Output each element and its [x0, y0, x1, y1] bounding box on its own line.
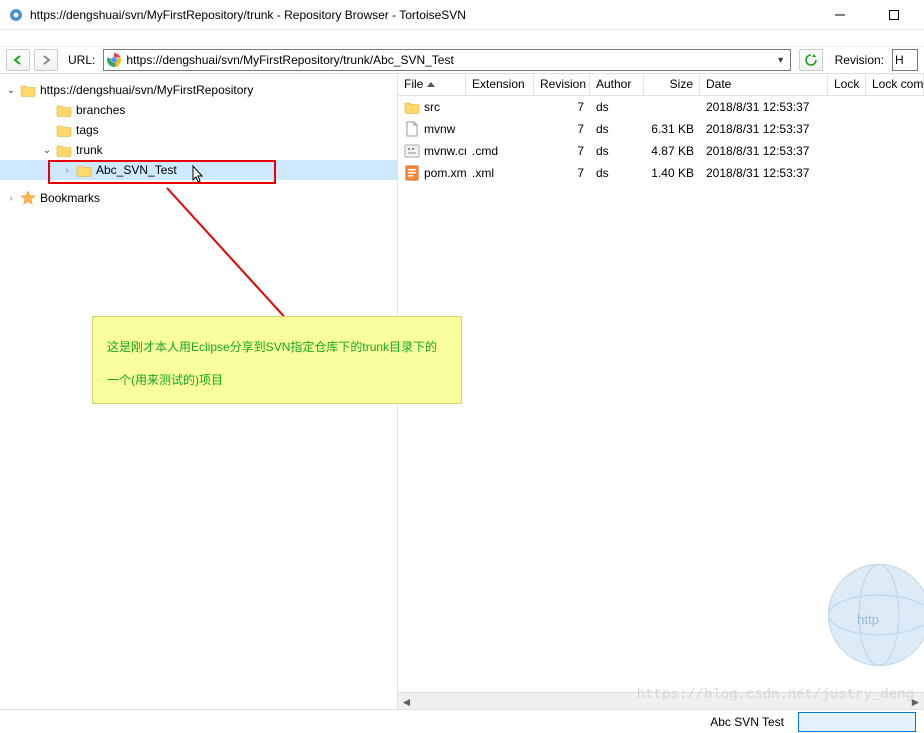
expander-icon[interactable]: ⌄: [4, 85, 18, 96]
titlebar: https://dengshuai/svn/MyFirstRepository/…: [0, 0, 924, 30]
cell-author: ds: [590, 122, 644, 136]
maximize-button[interactable]: [876, 5, 912, 25]
cell-size: 4.87 KB: [644, 144, 700, 158]
nav-forward-button[interactable]: [34, 49, 58, 71]
tree-branches[interactable]: · branches: [0, 100, 397, 120]
folder-icon: [56, 102, 72, 118]
folder-icon: [76, 162, 92, 178]
col-revision[interactable]: Revision: [534, 74, 590, 95]
col-size[interactable]: Size: [644, 74, 700, 95]
revision-label: Revision:: [835, 53, 884, 67]
col-lock[interactable]: Lock: [828, 74, 866, 95]
table-row[interactable]: mvnw.cmd.cmd7ds4.87 KB2018/8/31 12:53:37: [398, 140, 924, 162]
cell-size: 1.40 KB: [644, 166, 700, 180]
file-name: pom.xml: [424, 166, 466, 180]
tree-label: trunk: [76, 143, 103, 157]
annotation-text: 这是刚才本人用Eclipse分享到SVN指定仓库下的trunk目录下的一个(用来…: [107, 340, 437, 387]
col-lock-comment[interactable]: Lock comment: [866, 74, 924, 95]
svg-text:http: http: [857, 612, 879, 627]
globe-watermark-icon: http: [824, 560, 924, 673]
file-name: mvnw: [424, 122, 455, 136]
status-bar: Abc SVN Test: [0, 709, 924, 733]
minimize-button[interactable]: [822, 5, 858, 25]
cell-author: ds: [590, 100, 644, 114]
cell-ext: .xml: [466, 166, 534, 180]
folder-icon: [56, 122, 72, 138]
cell-ext: .cmd: [466, 144, 534, 158]
cell-rev: 7: [534, 166, 590, 180]
cell-author: ds: [590, 144, 644, 158]
cell-rev: 7: [534, 122, 590, 136]
cell-rev: 7: [534, 144, 590, 158]
cell-author: ds: [590, 166, 644, 180]
watermark-text: https://blog.csdn.net/justry_deng: [637, 687, 914, 703]
column-headers: File Extension Revision Author Size Date…: [398, 74, 924, 96]
expander-icon[interactable]: ›: [4, 193, 18, 204]
cmd-icon: [404, 143, 420, 159]
table-row[interactable]: src 7ds 2018/8/31 12:53:37: [398, 96, 924, 118]
col-author[interactable]: Author: [590, 74, 644, 95]
cell-rev: 7: [534, 100, 590, 114]
toolbar: URL: ▾ Revision:: [0, 46, 924, 74]
scroll-left-icon[interactable]: ◄: [398, 693, 415, 709]
tree-tags[interactable]: · tags: [0, 120, 397, 140]
tree-label: Abc_SVN_Test: [96, 163, 177, 177]
ok-button[interactable]: [798, 712, 916, 732]
expander-icon[interactable]: ›: [60, 165, 74, 176]
nav-back-button[interactable]: [6, 49, 30, 71]
status-text: Abc SVN Test: [710, 715, 784, 729]
file-name: mvnw.cmd: [424, 144, 466, 158]
url-combobox[interactable]: ▾: [103, 49, 790, 71]
tree-label: branches: [76, 103, 125, 117]
file-icon: [404, 121, 420, 137]
tree-selected-item[interactable]: › Abc_SVN_Test: [0, 160, 397, 180]
tree-label: tags: [76, 123, 99, 137]
refresh-button[interactable]: [799, 49, 823, 71]
tree-label: https://dengshuai/svn/MyFirstRepository: [40, 83, 253, 97]
tree-trunk[interactable]: ⌄ trunk: [0, 140, 397, 160]
app-icon: [8, 7, 24, 23]
expander-icon[interactable]: ⌄: [40, 145, 54, 156]
window-title: https://dengshuai/svn/MyFirstRepository/…: [30, 8, 822, 22]
annotation-note: 这是刚才本人用Eclipse分享到SVN指定仓库下的trunk目录下的一个(用来…: [92, 316, 462, 404]
cell-date: 2018/8/31 12:53:37: [700, 122, 828, 136]
cell-date: 2018/8/31 12:53:37: [700, 166, 828, 180]
folder-icon: [404, 99, 420, 115]
col-extension[interactable]: Extension: [466, 74, 534, 95]
col-file[interactable]: File: [398, 74, 466, 95]
url-input[interactable]: [126, 51, 773, 69]
table-row[interactable]: mvnw 7ds6.31 KB2018/8/31 12:53:37: [398, 118, 924, 140]
table-row[interactable]: pom.xml.xml7ds1.40 KB2018/8/31 12:53:37: [398, 162, 924, 184]
chrome-icon: [106, 52, 122, 68]
url-label: URL:: [68, 53, 95, 67]
cell-date: 2018/8/31 12:53:37: [700, 100, 828, 114]
xml-icon: [404, 165, 420, 181]
folder-icon: [56, 142, 72, 158]
star-icon: [20, 190, 36, 206]
file-list-body: src7ds2018/8/31 12:53:37mvnw7ds6.31 KB20…: [398, 96, 924, 184]
file-name: src: [424, 100, 440, 114]
cell-date: 2018/8/31 12:53:37: [700, 144, 828, 158]
tree-label: Bookmarks: [40, 191, 100, 205]
folder-icon: [20, 82, 36, 98]
col-date[interactable]: Date: [700, 74, 828, 95]
tree-bookmarks[interactable]: › Bookmarks: [0, 188, 397, 208]
revision-input[interactable]: [892, 49, 918, 71]
url-dropdown-icon[interactable]: ▾: [774, 55, 788, 66]
tree-root[interactable]: ⌄ https://dengshuai/svn/MyFirstRepositor…: [0, 80, 397, 100]
cell-size: 6.31 KB: [644, 122, 700, 136]
